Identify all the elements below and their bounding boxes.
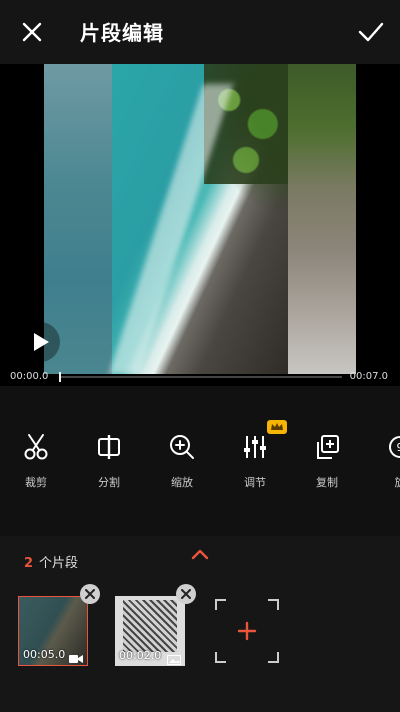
video-icon xyxy=(69,649,83,663)
svg-text:9: 9 xyxy=(397,441,400,454)
clip-photo xyxy=(123,600,177,652)
image-icon xyxy=(167,650,181,665)
copy-icon xyxy=(312,432,342,462)
clip-count-number: 2 xyxy=(24,556,34,571)
add-clip-button[interactable] xyxy=(214,598,280,664)
clip-thumbnail[interactable]: 00:02.0 xyxy=(115,596,185,666)
clip-duration: 00:02.0 xyxy=(119,649,162,662)
tool-label: 裁剪 xyxy=(25,476,47,489)
clips-panel: 2 个片段 00:05.0 00:02.0 xyxy=(0,536,400,712)
tool-label: 分割 xyxy=(98,476,120,489)
tool-adjust[interactable]: 调节 xyxy=(225,432,285,490)
crown-icon xyxy=(267,419,287,434)
plus-icon xyxy=(215,599,279,663)
video-strip-right xyxy=(288,64,356,374)
current-time: 00:00.0 xyxy=(10,371,49,382)
rotate-icon: 9 xyxy=(385,432,400,462)
tool-split[interactable]: 分割 xyxy=(79,432,139,490)
tool-zoom[interactable]: 缩放 xyxy=(152,432,212,490)
split-icon xyxy=(94,432,124,462)
tool-label: 复制 xyxy=(316,476,338,489)
close-icon xyxy=(181,589,191,599)
delete-clip-button[interactable] xyxy=(176,584,196,604)
clip-thumbnail[interactable]: 00:05.0 xyxy=(18,596,88,666)
play-button[interactable] xyxy=(20,322,60,362)
tool-label: 旋 xyxy=(370,474,400,490)
scissors-icon xyxy=(21,432,51,462)
video-frame xyxy=(44,64,356,374)
clip-duration: 00:05.0 xyxy=(23,648,66,661)
tool-copy[interactable]: 复制 xyxy=(297,432,357,490)
video-preview[interactable]: 00:00.0 00:07.0 xyxy=(0,64,400,386)
tool-label: 调节 xyxy=(244,476,266,489)
clip-count: 2 个片段 xyxy=(24,552,78,571)
progress-track[interactable] xyxy=(59,376,342,378)
tool-trim[interactable]: 裁剪 xyxy=(6,432,66,490)
delete-clip-button[interactable] xyxy=(80,584,100,604)
edit-tools-bar: 裁剪 分割 缩放 调节 复制 9 旋 xyxy=(0,386,400,536)
page-title: 片段编辑 xyxy=(80,21,164,45)
confirm-check-icon[interactable] xyxy=(356,18,386,46)
close-icon xyxy=(85,589,95,599)
zoom-in-icon xyxy=(167,432,197,462)
chevron-up-icon[interactable] xyxy=(190,546,210,560)
clip-count-label: 个片段 xyxy=(39,556,79,571)
total-time: 00:07.0 xyxy=(349,371,388,382)
progress-handle[interactable] xyxy=(59,372,61,382)
tool-rotate[interactable]: 9 旋 xyxy=(370,432,400,490)
sliders-icon xyxy=(240,432,270,462)
close-icon[interactable] xyxy=(18,18,46,46)
tool-label: 缩放 xyxy=(171,476,193,489)
top-bar: 片段编辑 xyxy=(0,0,400,64)
play-icon xyxy=(34,333,49,351)
